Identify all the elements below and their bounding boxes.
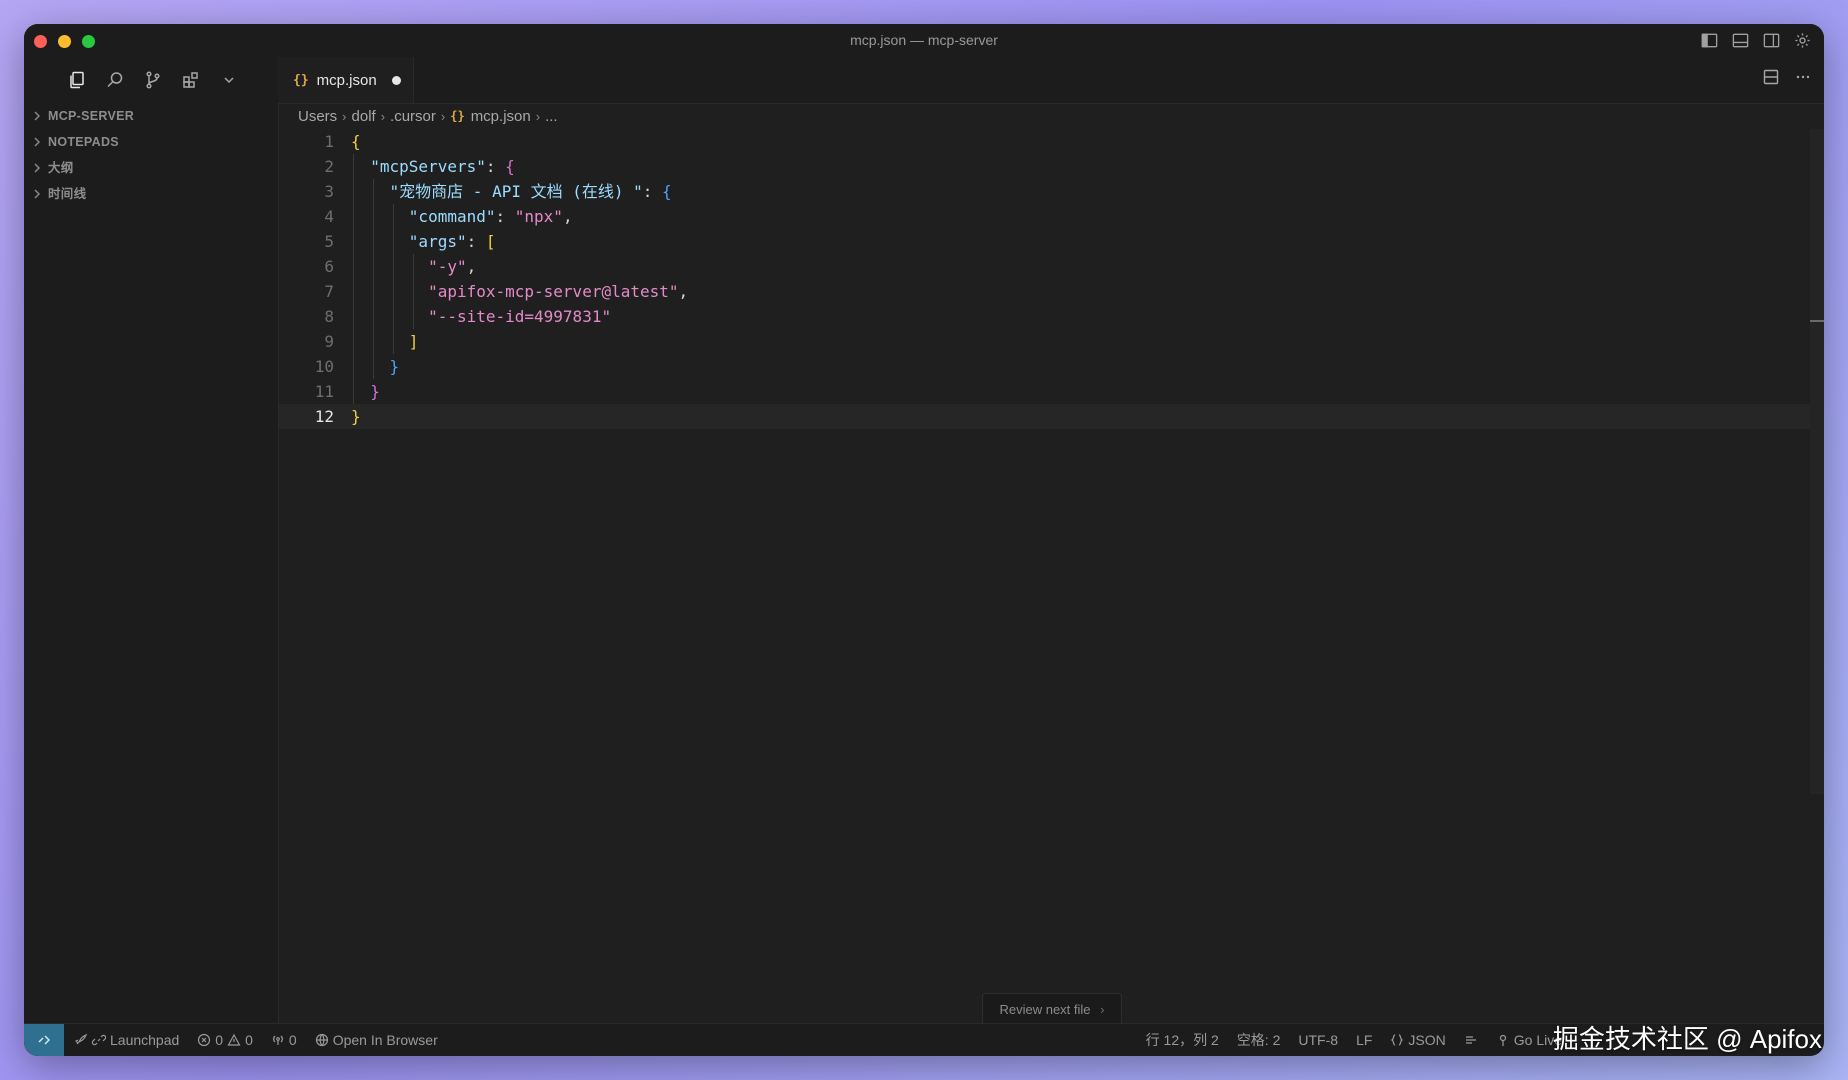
title-bar: mcp.json — mcp-server [24, 24, 1824, 58]
code-line: 4 "command": "npx", [279, 204, 1824, 229]
json-file-icon: {} [450, 109, 465, 123]
tab-bar: {} mcp.json [279, 57, 1824, 104]
review-next-file-button[interactable]: Review next file › [982, 993, 1122, 1027]
eol-status[interactable]: LF [1356, 1032, 1372, 1048]
toggle-sidebar-icon[interactable] [1700, 31, 1719, 50]
sidebar-section-timeline[interactable]: 时间线 [24, 181, 278, 207]
vertical-scrollbar[interactable] [1810, 129, 1824, 794]
rocket-icon [74, 1033, 88, 1045]
code-line: 8 "--site-id=4997831" [279, 304, 1824, 329]
editor-area: {} mcp.json Users › dolf › .cursor › {} … [279, 57, 1824, 1027]
sidebar-section-outline[interactable]: 大纲 [24, 155, 278, 181]
code-editor[interactable]: 1 { 2 "mcpServers": { 3 "宠物商店 - API 文档 (… [279, 129, 1824, 1024]
review-label: Review next file [999, 1002, 1091, 1017]
ports-status[interactable]: 0 [271, 1032, 297, 1048]
settings-gear-icon[interactable] [1793, 31, 1812, 50]
sidebar-section-label: 时间线 [48, 187, 87, 201]
sidebar-section-label: NOTEPADS [48, 135, 119, 149]
line-number: 6 [324, 257, 334, 276]
cursor-position-status[interactable]: 行 12，列 2 [1146, 1030, 1219, 1050]
json-file-icon: {} [293, 72, 309, 88]
warning-icon [227, 1033, 241, 1046]
explorer-files-icon[interactable] [66, 69, 88, 91]
error-icon [198, 1033, 211, 1047]
antenna-icon [1499, 1034, 1506, 1046]
remote-indicator[interactable] [24, 1024, 64, 1056]
breadcrumb-item[interactable]: .cursor [390, 108, 436, 125]
link-icon [92, 1034, 106, 1046]
line-number: 1 [324, 132, 334, 151]
chevron-right-icon: › [380, 108, 386, 124]
line-number: 5 [324, 232, 334, 251]
remote-icon [38, 1035, 51, 1045]
more-actions-icon[interactable] [1794, 68, 1812, 86]
toggle-panel-icon[interactable] [1731, 31, 1750, 50]
explorer-sidebar: MCP-SERVER NOTEPADS 大纲 时间线 [24, 103, 279, 1024]
tweet-feedback-status[interactable] [1464, 1033, 1478, 1047]
breadcrumb-item[interactable]: Users [298, 108, 337, 125]
sidebar-section-mcp-server[interactable]: MCP-SERVER [24, 103, 278, 129]
toggle-secondary-sidebar-icon[interactable] [1762, 31, 1781, 50]
code-line: 9 ] [279, 329, 1824, 354]
indentation-status[interactable]: 空格: 2 [1237, 1030, 1281, 1050]
activity-bar [24, 57, 278, 103]
breadcrumb-item[interactable]: dolf [352, 108, 376, 125]
feedback-icon [1465, 1036, 1476, 1044]
line-number: 4 [324, 207, 334, 226]
code-line: 1 { [279, 129, 1824, 154]
chevron-right-icon: › [440, 108, 446, 124]
code-line-current: 12 } [279, 404, 1824, 429]
chevron-right-icon: › [342, 108, 347, 124]
source-control-icon[interactable] [142, 69, 164, 91]
unsaved-dot-icon[interactable] [392, 76, 401, 85]
editor-actions [1762, 68, 1812, 86]
chevron-down-icon[interactable] [218, 69, 240, 91]
code-line: 7 "apifox-mcp-server@latest", [279, 279, 1824, 304]
chevron-right-icon [34, 189, 40, 199]
watermark: 掘金技术社区 @ Apifox [1552, 1024, 1822, 1054]
tab-mcp-json[interactable]: {} mcp.json [279, 57, 414, 103]
breadcrumb-file[interactable]: mcp.json [471, 108, 531, 125]
search-icon[interactable] [104, 69, 126, 91]
code-line: 2 "mcpServers": { [279, 154, 1824, 179]
code-line: 11 } [279, 379, 1824, 404]
line-number: 8 [324, 307, 334, 326]
breadcrumb: Users › dolf › .cursor › {} mcp.json › .… [279, 103, 1824, 129]
line-number: 2 [324, 157, 334, 176]
globe-icon [315, 1033, 328, 1047]
layout-controls [1700, 31, 1812, 50]
chevron-right-icon: › [1100, 1002, 1105, 1017]
code-line: 5 "args": [ [279, 229, 1824, 254]
line-number: 10 [314, 357, 334, 376]
line-number: 7 [324, 282, 334, 301]
encoding-status[interactable]: UTF-8 [1298, 1032, 1338, 1048]
extensions-icon[interactable] [180, 69, 202, 91]
tab-label: mcp.json [316, 71, 377, 89]
line-number: 9 [324, 332, 334, 351]
line-number: 12 [314, 407, 334, 426]
breadcrumb-more[interactable]: ... [545, 108, 558, 125]
window-title: mcp.json — mcp-server [850, 32, 998, 48]
scrollbar-cursor-marker [1810, 320, 1824, 322]
chevron-right-icon [34, 163, 40, 173]
sidebar-section-notepads[interactable]: NOTEPADS [24, 129, 278, 155]
problems-status[interactable]: 0 0 [197, 1032, 253, 1048]
broadcast-icon [272, 1035, 283, 1045]
sidebar-section-label: MCP-SERVER [48, 109, 135, 123]
chevron-right-icon: › [535, 108, 541, 124]
language-mode-status[interactable]: JSON [1390, 1032, 1446, 1048]
braces-icon [1391, 1034, 1404, 1046]
launchpad-status[interactable]: Launchpad [74, 1032, 179, 1048]
code-line: 6 "-y", [279, 254, 1824, 279]
code-line: 3 "宠物商店 - API 文档 (在线) ": { [279, 179, 1824, 204]
chevron-right-icon [34, 137, 40, 147]
line-number: 3 [324, 182, 334, 201]
code-line: 10 } [279, 354, 1824, 379]
editor-window: mcp.json — mcp-server MCP-SERVER NOTEPAD… [24, 24, 1824, 1056]
open-in-browser-status[interactable]: Open In Browser [315, 1032, 438, 1048]
line-number: 11 [314, 382, 334, 401]
split-editor-icon[interactable] [1762, 68, 1780, 86]
chevron-right-icon [34, 111, 40, 121]
sidebar-section-label: 大纲 [48, 161, 74, 175]
